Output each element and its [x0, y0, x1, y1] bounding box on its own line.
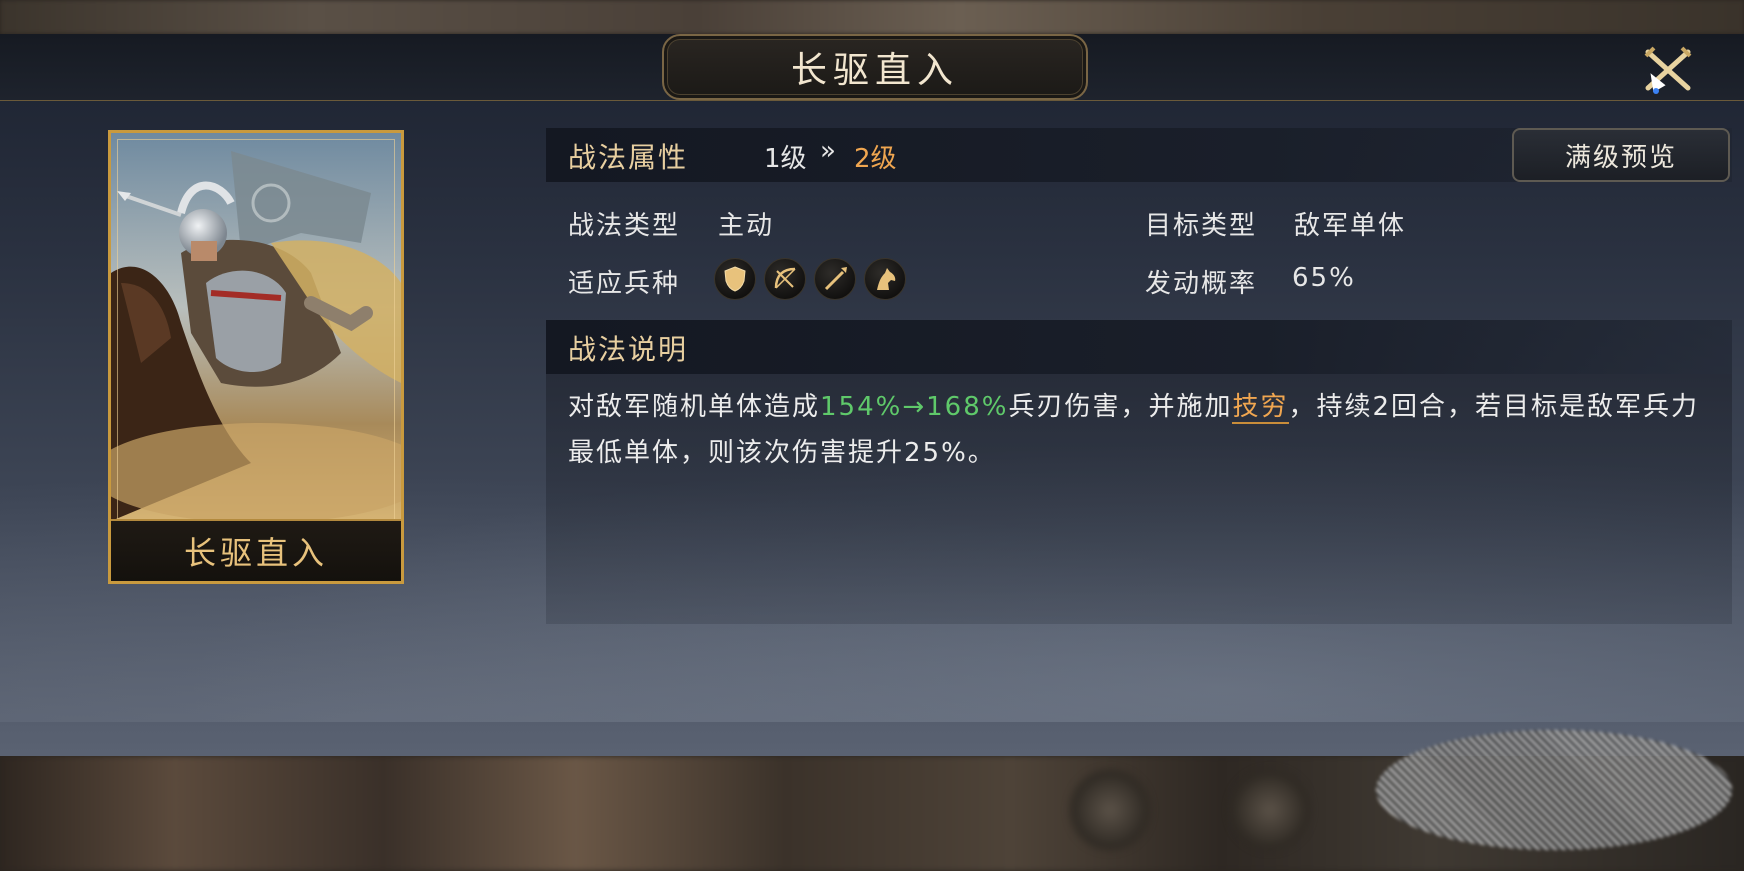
attributes-title: 战法属性 [568, 141, 689, 174]
title-plaque: 长驱直入 [662, 34, 1088, 100]
background-blur-blob [1230, 770, 1310, 850]
tactic-card: 长驱直入 [108, 130, 404, 584]
page-title: 长驱直入 [790, 50, 959, 91]
horse-icon[interactable] [864, 258, 906, 300]
spear-icon[interactable] [814, 258, 856, 300]
card-name: 长驱直入 [183, 534, 328, 572]
watermark-blur [1376, 730, 1732, 850]
level-to: 2级 [854, 144, 897, 174]
description-text: 对敌军随机单体造成154%→168%兵刃伤害，并施加技穷，持续2回合，若目标是敌… [568, 384, 1718, 476]
tactic-type-value: 主动 [718, 211, 775, 241]
status-keyword-link[interactable]: 技穷 [1232, 392, 1289, 424]
tactic-type-label: 战法类型 [568, 211, 681, 241]
desc-part1: 对敌军随机单体造成 [568, 392, 821, 422]
description-header [546, 320, 1732, 374]
card-name-bar: 长驱直入 [111, 519, 401, 581]
cursor-dot [1653, 88, 1659, 94]
damage-values: 154%→168% [820, 392, 1009, 422]
troops-label: 适应兵种 [568, 269, 681, 299]
bow-icon[interactable] [764, 258, 806, 300]
max-level-preview-button[interactable]: 满级预览 [1512, 128, 1730, 182]
target-type-value: 敌军单体 [1294, 211, 1407, 241]
trigger-rate-value: 65% [1292, 263, 1356, 293]
target-type-label: 目标类型 [1145, 211, 1258, 241]
desc-part2: 兵刃伤害，并施加 [1008, 392, 1233, 422]
description-title: 战法说明 [568, 333, 689, 366]
trigger-rate-label: 发动概率 [1145, 269, 1258, 299]
close-button[interactable] [1642, 44, 1694, 96]
background-blur-blob [1070, 770, 1150, 850]
shield-icon[interactable] [714, 258, 756, 300]
level-arrow-icon: » [820, 136, 836, 166]
background-top [0, 0, 1744, 34]
level-from: 1级 [764, 144, 807, 174]
crossed-swords-close-icon [1644, 46, 1692, 91]
card-frame [117, 139, 395, 575]
